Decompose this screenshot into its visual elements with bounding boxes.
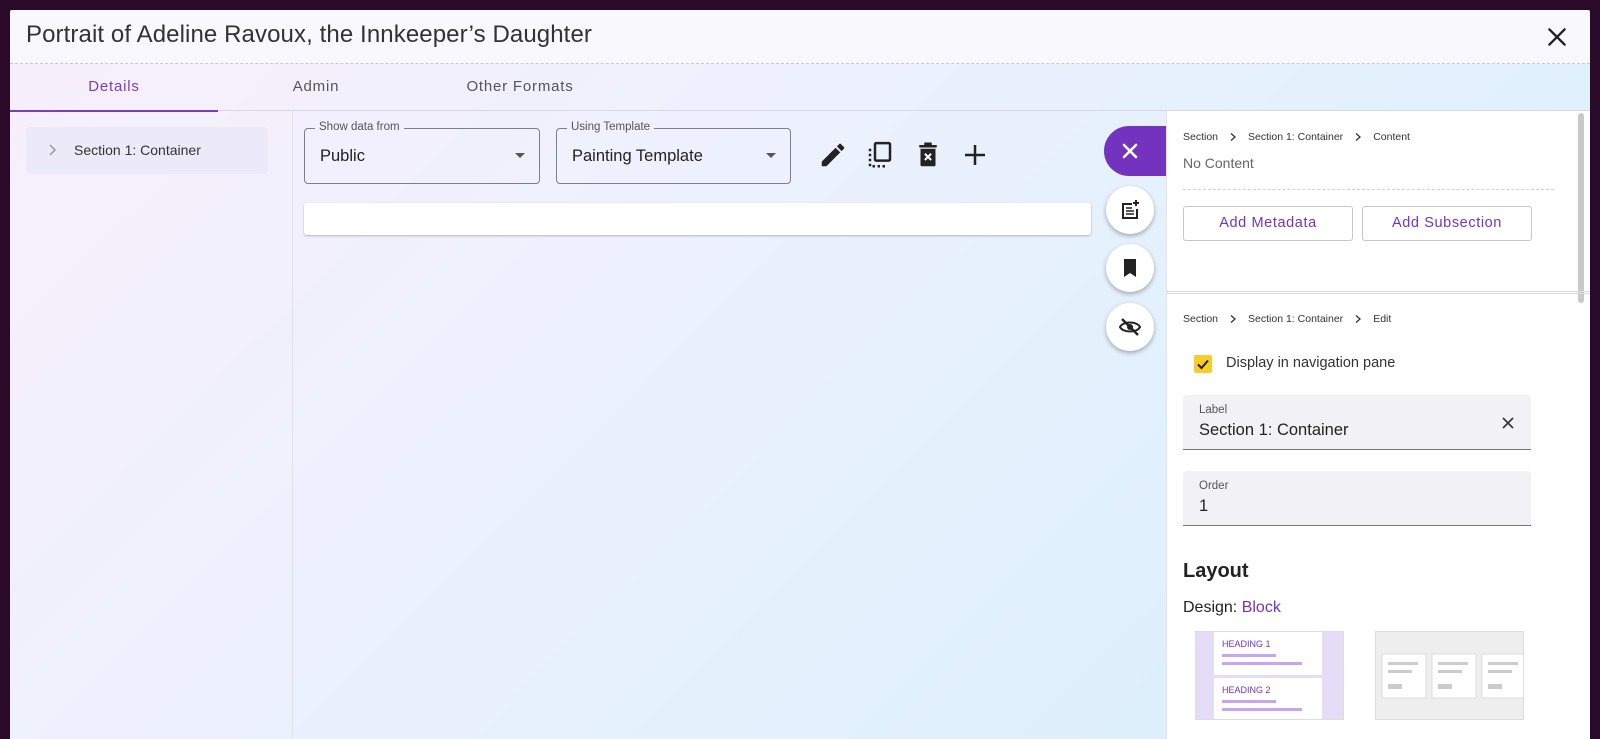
copy-icon bbox=[868, 141, 892, 168]
breadcrumb-item[interactable]: Section bbox=[1183, 313, 1218, 325]
design-label: Design: bbox=[1183, 599, 1238, 616]
chevron-right-icon bbox=[1230, 133, 1237, 141]
content-breadcrumb: Section Section 1: Container Content bbox=[1183, 131, 1410, 143]
right-panel: Section Section 1: Container Content No … bbox=[1166, 111, 1590, 739]
plus-icon bbox=[965, 145, 985, 165]
breadcrumb-item: Content bbox=[1373, 131, 1410, 143]
using-template-select[interactable]: Using Template Painting Template bbox=[556, 121, 791, 184]
display-in-nav-label: Display in navigation pane bbox=[1226, 355, 1396, 371]
clear-icon[interactable] bbox=[1501, 416, 1515, 430]
design-value-link[interactable]: Block bbox=[1242, 599, 1281, 616]
content-input-bar[interactable] bbox=[304, 203, 1091, 235]
show-data-from-select[interactable]: Show data from Public bbox=[304, 121, 540, 184]
show-data-from-value: Public bbox=[320, 147, 365, 165]
show-data-from-label: Show data from bbox=[315, 121, 404, 133]
layout-thumbnail-block[interactable]: HEADING 1 HEADING 2 bbox=[1195, 631, 1344, 720]
duplicate-button[interactable] bbox=[865, 140, 895, 170]
dialog-title: Portrait of Adeline Ravoux, the Innkeepe… bbox=[26, 21, 592, 48]
chevron-right-icon bbox=[1230, 315, 1237, 323]
using-template-label: Using Template bbox=[567, 121, 655, 133]
add-metadata-button[interactable]: Add Metadata bbox=[1183, 206, 1353, 241]
breadcrumb-item[interactable]: Section 1: Container bbox=[1248, 131, 1343, 143]
block-layout-preview: HEADING 1 HEADING 2 bbox=[1214, 632, 1322, 719]
breadcrumb-item[interactable]: Section bbox=[1183, 131, 1218, 143]
using-template-value: Painting Template bbox=[572, 147, 703, 165]
close-button[interactable] bbox=[1544, 24, 1570, 50]
order-field[interactable]: Order 1 bbox=[1183, 471, 1531, 526]
check-icon bbox=[1197, 359, 1209, 370]
nav-item-label: Section 1: Container bbox=[74, 142, 201, 158]
order-field-label: Order bbox=[1199, 480, 1229, 492]
fab-hide-button[interactable] bbox=[1106, 303, 1154, 351]
layout-thumbnail-cards[interactable] bbox=[1375, 631, 1524, 720]
add-subsection-button[interactable]: Add Subsection bbox=[1362, 206, 1532, 241]
dialog-header: Portrait of Adeline Ravoux, the Innkeepe… bbox=[10, 10, 1590, 64]
close-icon bbox=[1548, 28, 1566, 46]
fab-bookmark-button[interactable] bbox=[1106, 244, 1154, 292]
tab-other-formats[interactable]: Other Formats bbox=[416, 64, 624, 111]
design-line: Design: Block bbox=[1183, 599, 1281, 617]
pencil-icon bbox=[821, 143, 845, 167]
tab-details[interactable]: Details bbox=[10, 64, 218, 112]
edit-breadcrumb: Section Section 1: Container Edit bbox=[1183, 313, 1391, 325]
bookmark-icon bbox=[1124, 259, 1136, 277]
chevron-right-icon bbox=[49, 144, 57, 156]
dropdown-arrow-icon bbox=[766, 153, 776, 158]
panel-scrollbar[interactable] bbox=[1578, 113, 1584, 303]
tab-admin[interactable]: Admin bbox=[212, 64, 420, 111]
thumb-heading-1: HEADING 1 bbox=[1222, 639, 1271, 649]
delete-button[interactable] bbox=[913, 140, 943, 170]
note-add-icon bbox=[1122, 200, 1139, 219]
order-field-value: 1 bbox=[1199, 497, 1209, 515]
close-icon bbox=[1122, 143, 1138, 159]
divider bbox=[1167, 291, 1590, 294]
label-field[interactable]: Label Section 1: Container bbox=[1183, 395, 1531, 450]
label-field-label: Label bbox=[1199, 404, 1228, 416]
no-content-text: No Content bbox=[1183, 155, 1254, 171]
edit-button[interactable] bbox=[818, 140, 848, 170]
add-button[interactable] bbox=[960, 140, 990, 170]
breadcrumb-item[interactable]: Section 1: Container bbox=[1248, 313, 1343, 325]
thumb-heading-2: HEADING 2 bbox=[1222, 685, 1271, 695]
fab-add-note-button[interactable] bbox=[1106, 186, 1154, 234]
dropdown-arrow-icon bbox=[515, 153, 525, 158]
navigation-pane: Section 1: Container bbox=[10, 111, 293, 739]
nav-item-section-1[interactable]: Section 1: Container bbox=[26, 127, 268, 174]
layout-heading: Layout bbox=[1183, 560, 1249, 582]
breadcrumb-item: Edit bbox=[1373, 313, 1392, 325]
chevron-right-icon bbox=[1355, 315, 1362, 323]
visibility-off-icon bbox=[1118, 318, 1142, 336]
record-dialog: Portrait of Adeline Ravoux, the Innkeepe… bbox=[10, 10, 1590, 739]
delete-icon bbox=[919, 142, 937, 167]
divider bbox=[1183, 189, 1554, 190]
label-field-value: Section 1: Container bbox=[1199, 421, 1349, 439]
cards-layout-preview bbox=[1381, 653, 1523, 699]
chevron-right-icon bbox=[1355, 133, 1362, 141]
tab-bar: Details Admin Other Formats bbox=[10, 64, 1590, 112]
display-in-nav-checkbox[interactable] bbox=[1194, 355, 1212, 373]
